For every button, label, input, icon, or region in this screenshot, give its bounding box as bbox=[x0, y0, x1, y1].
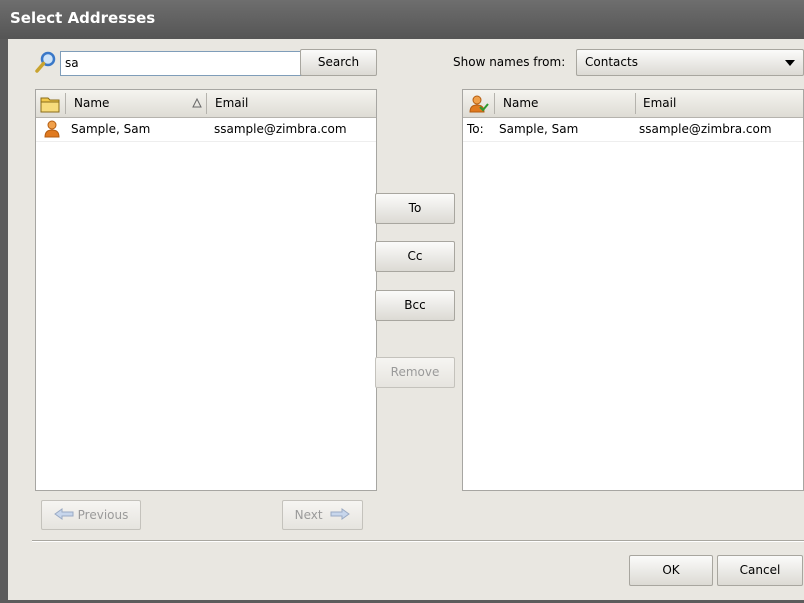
list-item[interactable]: To: Sample, Sam ssample@zimbra.com bbox=[463, 117, 803, 142]
list-item[interactable]: Sample, Sam ssample@zimbra.com bbox=[36, 117, 376, 142]
dialog-title: Select Addresses bbox=[0, 0, 804, 39]
column-separator bbox=[494, 93, 495, 114]
chevron-down-icon bbox=[785, 60, 795, 66]
search-results-list[interactable]: Name Email Sample, Sam ssample@zimbra.co… bbox=[35, 89, 377, 491]
column-header-name[interactable]: Name bbox=[74, 90, 109, 117]
show-names-value: Contacts bbox=[585, 55, 638, 69]
to-button[interactable]: To bbox=[375, 193, 455, 224]
search-button[interactable]: Search bbox=[300, 49, 377, 76]
column-separator bbox=[206, 93, 207, 114]
contact-name: Sample, Sam bbox=[499, 122, 579, 136]
address-type: To: bbox=[467, 122, 484, 136]
search-icon bbox=[34, 50, 58, 74]
selected-addresses-list[interactable]: Name Email To: Sample, Sam ssample@zimbr… bbox=[462, 89, 804, 491]
select-addresses-dialog: Select Addresses sa Search Show names fr… bbox=[0, 0, 804, 603]
column-header-email[interactable]: Email bbox=[215, 90, 248, 117]
selected-addresses-header: Name Email bbox=[463, 90, 803, 118]
column-header-email[interactable]: Email bbox=[643, 90, 676, 117]
column-separator bbox=[635, 93, 636, 114]
contact-name: Sample, Sam bbox=[71, 122, 151, 136]
previous-label: Previous bbox=[77, 508, 129, 522]
contact-email: ssample@zimbra.com bbox=[214, 122, 347, 136]
show-names-label: Show names from: bbox=[453, 55, 566, 69]
contact-email: ssample@zimbra.com bbox=[639, 122, 772, 136]
arrow-left-icon bbox=[53, 502, 74, 530]
show-names-select[interactable]: Contacts bbox=[576, 49, 804, 76]
cc-button[interactable]: Cc bbox=[375, 241, 455, 272]
column-header-name[interactable]: Name bbox=[503, 90, 538, 117]
ok-button[interactable]: OK bbox=[629, 555, 713, 586]
footer-divider bbox=[32, 540, 804, 542]
contact-icon bbox=[44, 119, 60, 147]
search-results-header: Name Email bbox=[36, 90, 376, 118]
column-separator bbox=[65, 93, 66, 114]
previous-button[interactable]: Previous bbox=[41, 500, 141, 530]
next-label: Next bbox=[294, 508, 323, 522]
cancel-button[interactable]: Cancel bbox=[717, 555, 803, 586]
search-input[interactable]: sa bbox=[60, 51, 304, 76]
folder-icon bbox=[40, 90, 62, 117]
next-button[interactable]: Next bbox=[282, 500, 363, 530]
contact-check-icon bbox=[469, 90, 489, 117]
sort-ascending-icon bbox=[192, 90, 202, 117]
arrow-right-icon bbox=[330, 502, 351, 530]
bcc-button[interactable]: Bcc bbox=[375, 290, 455, 321]
remove-button[interactable]: Remove bbox=[375, 357, 455, 388]
